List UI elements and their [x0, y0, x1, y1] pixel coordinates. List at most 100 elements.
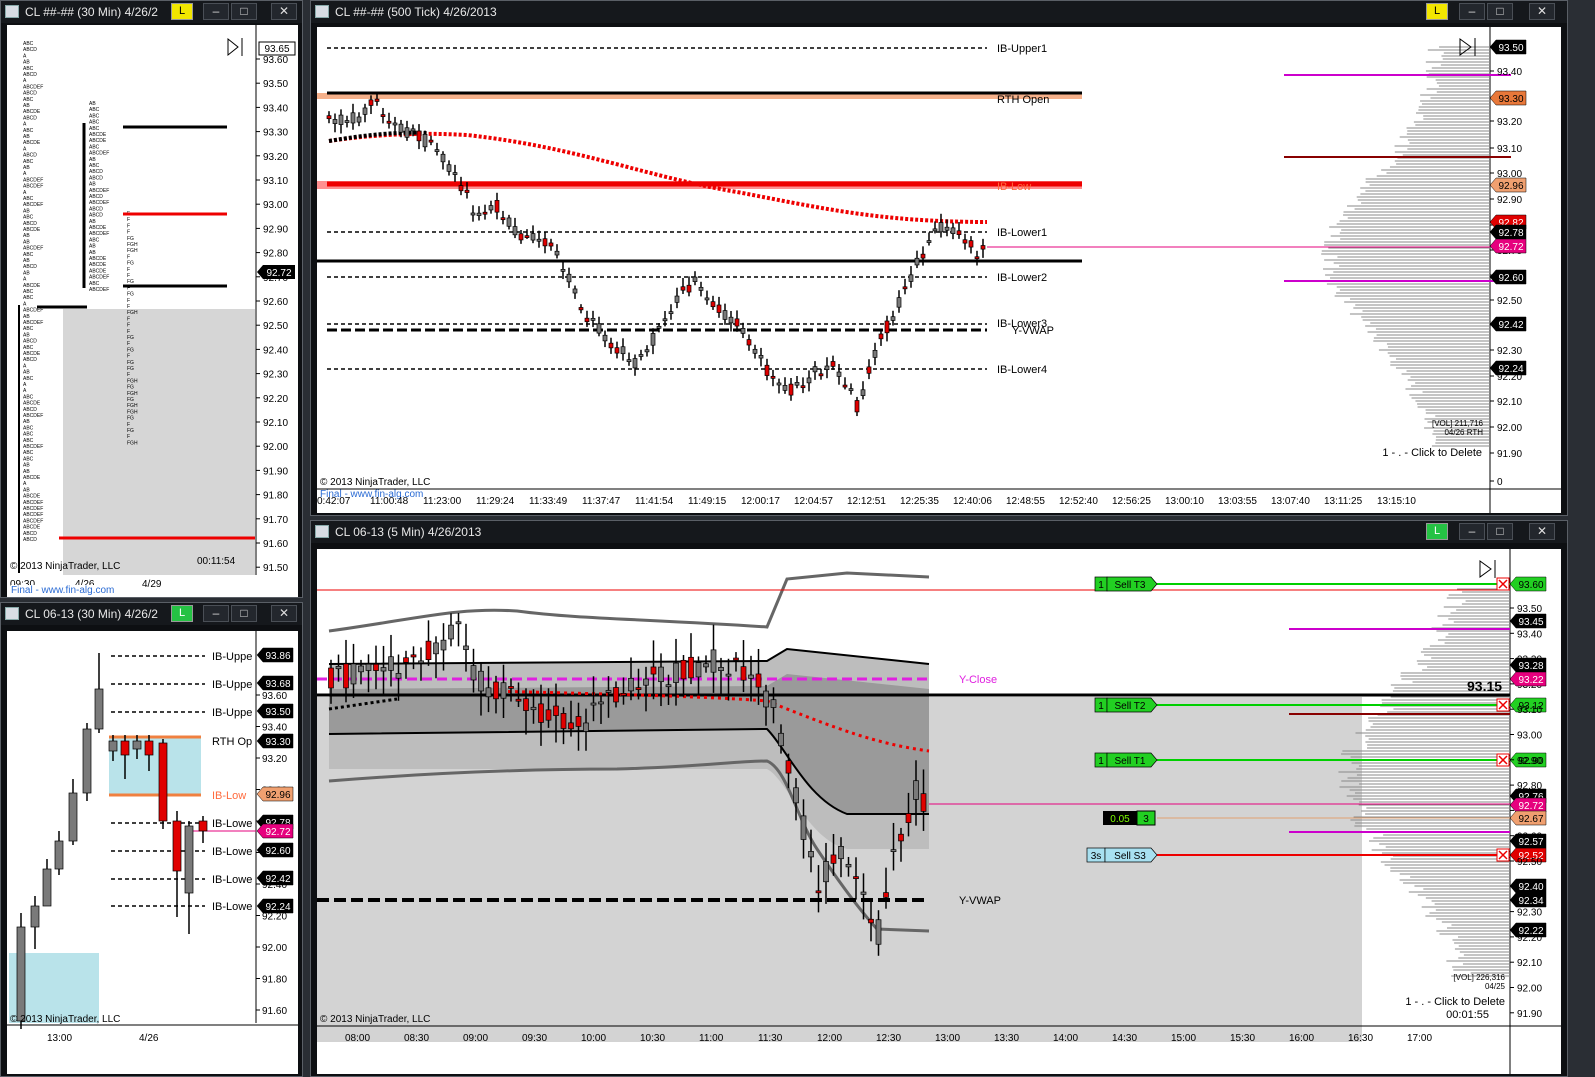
close-button[interactable]: ✕ — [271, 605, 297, 622]
cancel-order-icon[interactable] — [1496, 698, 1510, 712]
tpo-row: FG — [127, 261, 134, 267]
tick-chart[interactable]: IB-Upper1 RTH Open IB-Low IB-Lower1 IB-Lower… — [317, 27, 1561, 513]
minimize-button[interactable]: – — [203, 605, 229, 622]
click-to-delete[interactable]: 1 - . - Click to Delete — [1405, 996, 1505, 1008]
candle-body — [974, 256, 980, 260]
minimize-button[interactable]: – — [1459, 3, 1485, 20]
candle-body — [770, 699, 777, 708]
candle-body — [770, 375, 776, 379]
axis-label: 91.70 — [263, 515, 288, 526]
svg-text:92.72: 92.72 — [266, 268, 291, 279]
play-icon[interactable] — [1479, 560, 1496, 578]
tpo-titlebar[interactable]: CL ##-## (30 Min) 4/26/2 L – □ ✕ — [1, 1, 302, 23]
candle-body — [500, 682, 507, 699]
maximize-button[interactable]: □ — [231, 605, 257, 622]
tpo-row: ABCD — [89, 206, 103, 212]
axis-label: 91.60 — [263, 539, 288, 550]
candle-body — [590, 702, 597, 706]
minimize-button[interactable]: – — [1459, 523, 1485, 540]
tpo-row: AB — [89, 244, 96, 250]
tpo-row: ABCDEF — [23, 512, 43, 518]
candle-body — [68, 792, 78, 842]
price-tag: 92.57 — [1509, 833, 1547, 849]
level-label: IB-Low — [997, 181, 1031, 193]
candle-body — [613, 687, 619, 703]
lock-button[interactable]: L — [171, 3, 193, 20]
thirty-min-chart[interactable]: IB-Uppe IB-Uppe IB-Uppe RTH Op IB-Low IB-Lowe… — [7, 631, 298, 1074]
time-label: 10:00 — [581, 1033, 606, 1044]
close-button[interactable]: ✕ — [1529, 523, 1555, 540]
candle-body — [16, 926, 26, 1022]
tpo-row: ABCDEF — [23, 518, 43, 524]
candle-body — [626, 359, 632, 363]
axis-label: 92.00 — [1517, 984, 1542, 995]
lock-button[interactable]: L — [1426, 523, 1448, 540]
price-tag: 93.50 — [256, 703, 294, 719]
tpo-row: ABCD — [23, 339, 37, 345]
candle-body — [344, 120, 350, 123]
time-label: 09:30 — [522, 1033, 547, 1044]
tpo-row: F — [127, 304, 130, 310]
tpo-row: A — [23, 146, 27, 152]
candle-body — [758, 355, 764, 359]
cancel-order-icon[interactable] — [1496, 577, 1510, 591]
tpo-row: ABC — [89, 120, 100, 126]
tpo-row: ABC — [23, 128, 34, 134]
axis-label: 93.60 — [262, 691, 287, 702]
svg-text:92.60: 92.60 — [1498, 273, 1523, 284]
price-tag: 93.30 — [1489, 90, 1527, 106]
candle-body — [108, 740, 118, 752]
tick-window: CL ##-## (500 Tick) 4/26/2013 L – □ ✕ IB… — [310, 0, 1568, 516]
tpo-row: AB — [23, 103, 30, 109]
close-button[interactable]: ✕ — [271, 3, 297, 20]
tpo-row: ABCDEF — [23, 202, 43, 208]
candle-body — [328, 667, 334, 689]
candle-body — [488, 205, 494, 211]
svg-text:1: 1 — [1098, 756, 1104, 767]
candle-body — [410, 654, 417, 658]
five-min-titlebar[interactable]: CL 06-13 (5 Min) 4/26/2013 L – □ ✕ — [311, 521, 1567, 543]
time-label: 12:25:35 — [900, 496, 939, 507]
cancel-order-icon[interactable] — [1496, 848, 1510, 862]
tpo-row: AB — [89, 250, 96, 256]
candle-body — [956, 230, 962, 235]
tpo-row: FG — [127, 428, 134, 434]
price-tag: 93.30 — [256, 733, 294, 749]
candle-body — [673, 662, 679, 683]
five-min-window: CL 06-13 (5 Min) 4/26/2013 L – □ ✕ Y-Clo… — [310, 520, 1568, 1077]
tpo-chart[interactable]: ABC ABCD A AB ABC ABCD A ABCDEF ABCD ABC AB ABCDE AB… — [7, 25, 298, 597]
candle-body — [665, 684, 672, 688]
thirty-min-titlebar[interactable]: CL 06-13 (30 Min) 4/26/2 L – □ ✕ — [1, 603, 302, 625]
candle-body — [692, 276, 698, 282]
five-min-chart[interactable]: Y-Close Y-VWAP 93.15 1 Sell T3 93.60 1 Sell … — [317, 549, 1561, 1074]
candle-body — [478, 670, 484, 692]
maximize-button[interactable]: □ — [1487, 3, 1513, 20]
axis-label: 91.80 — [263, 491, 288, 502]
lock-button[interactable]: L — [171, 605, 193, 622]
svg-text:92.78: 92.78 — [1498, 228, 1523, 239]
footer-link[interactable]: Final - www.fin-alg.com — [11, 585, 115, 596]
maximize-button[interactable]: □ — [231, 3, 257, 20]
cancel-order-icon[interactable] — [1496, 753, 1510, 767]
time-label: 11:41:54 — [635, 496, 674, 507]
maximize-button[interactable]: □ — [1487, 523, 1513, 540]
tpo-row: A — [23, 301, 27, 307]
close-button[interactable]: ✕ — [1529, 3, 1555, 20]
click-to-delete[interactable]: 1 - . - Click to Delete — [1382, 447, 1482, 459]
price-tag: 92.24 — [1489, 360, 1527, 376]
candle-body — [872, 349, 878, 358]
level-label: IB-Uppe — [212, 679, 252, 691]
candle-body — [356, 116, 362, 123]
tpo-row: F — [127, 372, 130, 378]
lock-button[interactable]: L — [1426, 3, 1448, 20]
position-marker[interactable]: 0.05 3 — [1103, 810, 1156, 826]
tick-titlebar[interactable]: CL ##-## (500 Tick) 4/26/2013 L – □ ✕ — [311, 1, 1567, 23]
tpo-row: ABC — [23, 438, 34, 444]
candle-body — [830, 361, 836, 367]
minimize-button[interactable]: – — [203, 3, 229, 20]
candle-body — [620, 346, 626, 355]
play-icon[interactable] — [227, 37, 243, 57]
candle-body — [515, 698, 522, 702]
candlesticks — [326, 93, 986, 417]
candle-body — [890, 316, 896, 321]
